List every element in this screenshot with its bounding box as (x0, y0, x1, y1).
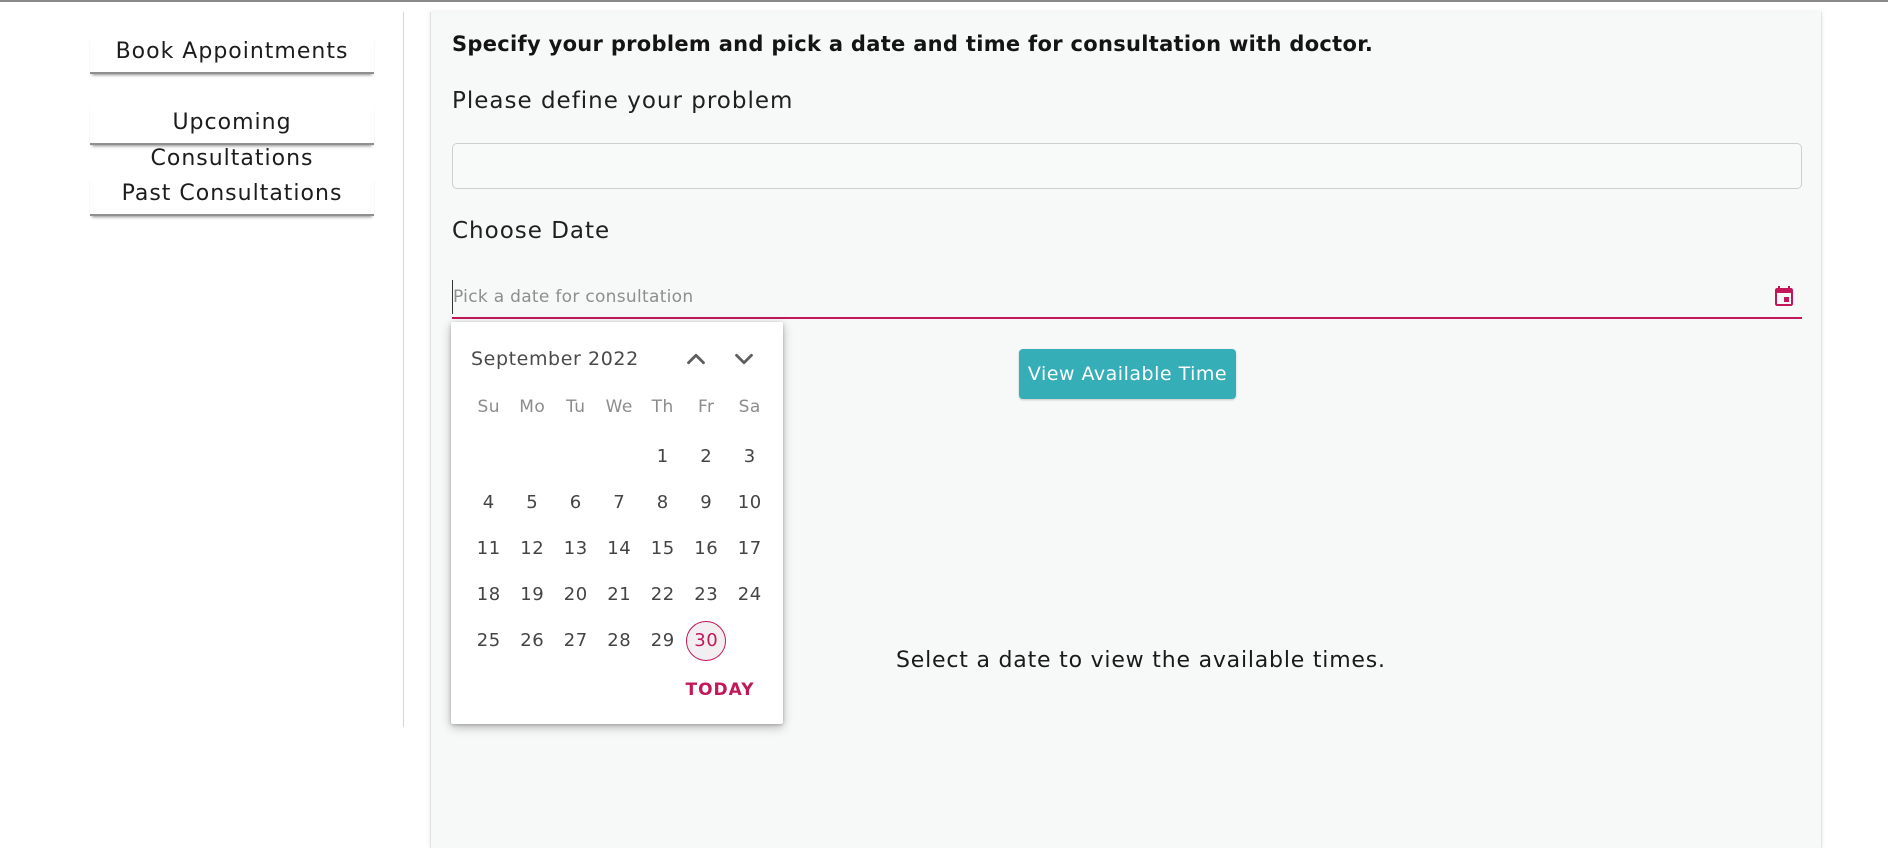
calendar-day[interactable]: 24 (730, 575, 770, 615)
sidebar-divider (403, 12, 404, 727)
calendar-day[interactable]: 25 (469, 621, 509, 661)
calendar-day-empty (599, 437, 639, 477)
weekday-label: Mo (519, 397, 546, 417)
calendar-day[interactable]: 1 (643, 437, 683, 477)
calendar-week: 18 19 20 21 22 23 24 (467, 575, 771, 621)
sidebar-item-book-appointments[interactable]: Book Appointments (90, 34, 374, 74)
calendar-day[interactable]: 4 (469, 483, 509, 523)
sidebar-item-upcoming-consultations[interactable]: Upcoming Consultations (90, 105, 374, 171)
datepicker-month[interactable]: September 2022 (471, 348, 639, 370)
calendar-day[interactable]: 23 (686, 575, 726, 615)
available-times-hint: Select a date to view the available time… (896, 648, 1386, 673)
calendar-day[interactable]: 9 (686, 483, 726, 523)
calendar-week: 1 2 3 (467, 437, 771, 483)
calendar-day-empty (512, 437, 552, 477)
calendar-day[interactable]: 5 (512, 483, 552, 523)
date-input[interactable] (452, 280, 1743, 314)
calendar-day[interactable]: 14 (599, 529, 639, 569)
calendar-day[interactable]: 17 (730, 529, 770, 569)
weekday-label: Th (651, 397, 674, 417)
calendar-day[interactable]: 7 (599, 483, 639, 523)
calendar-day[interactable]: 29 (643, 621, 683, 661)
weekday-label: Fr (697, 397, 715, 417)
today-button[interactable]: TODAY (677, 680, 763, 700)
calendar-day[interactable]: 10 (730, 483, 770, 523)
weekday-header: Su Mo Tu We Th Fr Sa (467, 397, 771, 417)
calendar-week: 11 12 13 14 15 16 17 (467, 529, 771, 575)
calendar-week: 25 26 27 28 29 30 (467, 621, 771, 667)
sidebar-item-past-consultations[interactable]: Past Consultations (90, 176, 374, 216)
calendar-day[interactable]: 3 (730, 437, 770, 477)
calendar-day[interactable]: 26 (512, 621, 552, 661)
page-title: Specify your problem and pick a date and… (452, 32, 1374, 56)
calendar-day[interactable]: 19 (512, 575, 552, 615)
calendar-day[interactable]: 11 (469, 529, 509, 569)
calendar-day-empty (469, 437, 509, 477)
calendar-day[interactable]: 21 (599, 575, 639, 615)
calendar-day[interactable]: 8 (643, 483, 683, 523)
calendar-day[interactable]: 20 (556, 575, 596, 615)
date-label: Choose Date (452, 218, 611, 244)
calendar-day[interactable]: 28 (599, 621, 639, 661)
calendar-day[interactable]: 22 (643, 575, 683, 615)
calendar-day[interactable]: 13 (556, 529, 596, 569)
calendar-day[interactable]: 12 (512, 529, 552, 569)
datepicker-popup: September 2022 Su Mo Tu We Th Fr Sa 1 2 … (451, 322, 783, 724)
calendar-day-empty (556, 437, 596, 477)
weekday-label: We (605, 397, 633, 417)
calendar-week: 4 5 6 7 8 9 10 (467, 483, 771, 529)
sidebar: Book Appointments Upcoming Consultations… (0, 0, 404, 728)
weekday-label: Tu (565, 397, 586, 417)
chevron-down-icon[interactable] (729, 344, 759, 374)
calendar-day[interactable]: 16 (686, 529, 726, 569)
chevron-up-icon[interactable] (681, 344, 711, 374)
view-available-time-button[interactable]: View Available Time (1019, 349, 1236, 399)
weekday-label: Su (477, 397, 501, 417)
problem-input[interactable] (452, 143, 1802, 189)
weekday-label: Sa (738, 397, 761, 417)
calendar-day[interactable]: 18 (469, 575, 509, 615)
calendar-icon[interactable] (1772, 284, 1796, 308)
calendar-day[interactable]: 15 (643, 529, 683, 569)
calendar-day[interactable]: 2 (686, 437, 726, 477)
date-field (452, 280, 1802, 319)
calendar-day[interactable]: 27 (556, 621, 596, 661)
calendar-day[interactable]: 6 (556, 483, 596, 523)
problem-label: Please define your problem (452, 88, 794, 114)
calendar-day-today[interactable]: 30 (686, 621, 727, 661)
calendar-day-empty (730, 621, 770, 661)
